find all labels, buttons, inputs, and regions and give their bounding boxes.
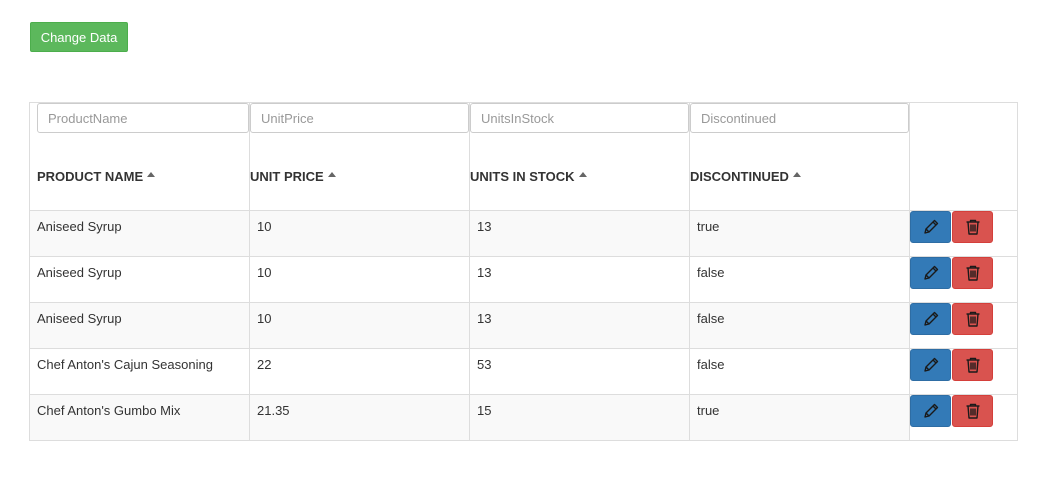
product-name-filter-input[interactable] <box>37 103 249 133</box>
unit-price-cell: 10 <box>249 302 470 349</box>
product-name-cell: Aniseed Syrup <box>29 256 250 303</box>
product-name-cell: Chef Anton's Gumbo Mix <box>29 394 250 441</box>
actions-header-cell <box>909 102 1018 211</box>
units-in-stock-filter-input[interactable] <box>470 103 689 133</box>
unit-price-cell: 22 <box>249 348 470 395</box>
unit-price-cell: 10 <box>249 256 470 303</box>
product-name-column-header[interactable]: PRODUCT NAME <box>37 169 249 184</box>
product-name-cell: Chef Anton's Cajun Seasoning <box>29 348 250 395</box>
trash-icon <box>966 357 979 373</box>
table-row: Aniseed Syrup 10 13 true <box>29 210 1018 257</box>
discontinued-cell: false <box>689 256 910 303</box>
edit-row-button[interactable] <box>910 349 951 381</box>
edit-row-button[interactable] <box>910 211 951 243</box>
change-data-button[interactable]: Change Data <box>30 22 128 52</box>
sort-asc-icon[interactable] <box>147 172 156 177</box>
unit-price-filter-input[interactable] <box>250 103 469 133</box>
row-actions-cell <box>909 256 1018 303</box>
units-in-stock-cell: 13 <box>469 210 690 257</box>
edit-row-button[interactable] <box>910 257 951 289</box>
trash-icon <box>966 311 979 327</box>
edit-row-button[interactable] <box>910 395 951 427</box>
units-in-stock-cell: 13 <box>469 302 690 349</box>
row-actions-cell <box>909 210 1018 257</box>
trash-icon <box>966 219 979 235</box>
header-cell-product-name: PRODUCT NAME <box>29 102 250 211</box>
row-actions-cell <box>909 348 1018 395</box>
row-actions-cell <box>909 302 1018 349</box>
sort-asc-icon[interactable] <box>792 172 801 177</box>
units-in-stock-cell: 53 <box>469 348 690 395</box>
units-in-stock-cell: 15 <box>469 394 690 441</box>
discontinued-cell: false <box>689 302 910 349</box>
unit-price-column-header[interactable]: UNIT PRICE <box>250 169 469 184</box>
table-row: Aniseed Syrup 10 13 false <box>29 256 1018 303</box>
discontinued-column-header[interactable]: DISCONTINUED <box>690 169 909 184</box>
delete-row-button[interactable] <box>952 303 993 335</box>
units-in-stock-column-header[interactable]: UNITS IN STOCK <box>470 169 689 184</box>
table-row: Chef Anton's Cajun Seasoning 22 53 false <box>29 348 1018 395</box>
product-name-header-label: PRODUCT NAME <box>37 169 144 184</box>
row-actions-cell <box>909 394 1018 441</box>
discontinued-header-label: DISCONTINUED <box>690 169 789 184</box>
header-cell-units-in-stock: UNITS IN STOCK <box>469 102 690 211</box>
product-name-cell: Aniseed Syrup <box>29 302 250 349</box>
trash-icon <box>966 403 979 419</box>
discontinued-cell: true <box>689 394 910 441</box>
sort-asc-icon[interactable] <box>327 172 336 177</box>
discontinued-cell: true <box>689 210 910 257</box>
pencil-icon <box>923 403 938 418</box>
pencil-icon <box>923 357 938 372</box>
delete-row-button[interactable] <box>952 257 993 289</box>
grid-body: Aniseed Syrup 10 13 true Aniseed Syrup 1… <box>29 210 1018 441</box>
edit-row-button[interactable] <box>910 303 951 335</box>
products-grid: PRODUCT NAME UNIT PRICE UNITS IN STOCK <box>29 102 1018 441</box>
units-in-stock-header-label: UNITS IN STOCK <box>470 169 575 184</box>
pencil-icon <box>923 265 938 280</box>
pencil-icon <box>923 311 938 326</box>
unit-price-header-label: UNIT PRICE <box>250 169 324 184</box>
header-cell-unit-price: UNIT PRICE <box>249 102 470 211</box>
discontinued-cell: false <box>689 348 910 395</box>
product-name-cell: Aniseed Syrup <box>29 210 250 257</box>
unit-price-cell: 21.35 <box>249 394 470 441</box>
table-row: Chef Anton's Gumbo Mix 21.35 15 true <box>29 394 1018 441</box>
sort-asc-icon[interactable] <box>578 172 587 177</box>
trash-icon <box>966 265 979 281</box>
delete-row-button[interactable] <box>952 211 993 243</box>
header-row: PRODUCT NAME UNIT PRICE UNITS IN STOCK <box>29 102 1018 211</box>
delete-row-button[interactable] <box>952 349 993 381</box>
header-cell-discontinued: DISCONTINUED <box>689 102 910 211</box>
delete-row-button[interactable] <box>952 395 993 427</box>
discontinued-filter-input[interactable] <box>690 103 909 133</box>
pencil-icon <box>923 219 938 234</box>
table-row: Aniseed Syrup 10 13 false <box>29 302 1018 349</box>
units-in-stock-cell: 13 <box>469 256 690 303</box>
unit-price-cell: 10 <box>249 210 470 257</box>
